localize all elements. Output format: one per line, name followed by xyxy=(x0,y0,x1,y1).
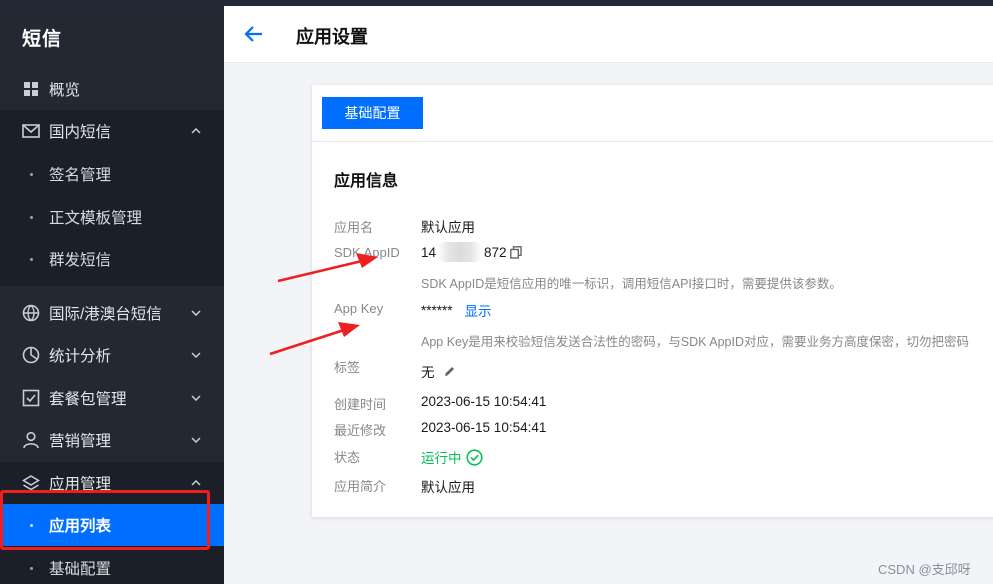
sidebar-item-marketing[interactable]: 营销管理 xyxy=(0,419,224,461)
chevron-down-icon xyxy=(190,307,202,319)
chevron-down-icon xyxy=(190,434,202,446)
layers-icon xyxy=(22,474,40,492)
sidebar-title: 短信 xyxy=(22,29,63,50)
tag-value: 无 xyxy=(421,361,456,381)
sidebar-subitem-signature[interactable]: 签名管理 xyxy=(0,153,224,195)
sidebar-subitem-bulk-sms[interactable]: 群发短信 xyxy=(0,238,224,280)
app-settings-card: 基础配置 应用信息 应用名 默认应用 SDK AppID 14 872 SDK … xyxy=(312,85,993,517)
sdk-appid-hint: SDK AppID是短信应用的唯一标识，调用短信API接口时，需要提供该参数。 xyxy=(421,277,842,291)
sidebar-subitem-label: 签名管理 xyxy=(49,167,112,184)
check-circle-icon xyxy=(465,448,483,466)
chevron-up-icon xyxy=(190,477,202,489)
sidebar-item-international-sms[interactable]: 国际/港澳台短信 xyxy=(0,292,224,334)
page-header: 应用设置 xyxy=(224,6,993,63)
modified-label: 最近修改 xyxy=(334,423,387,438)
sidebar-item-label: 套餐包管理 xyxy=(49,391,127,408)
sidebar-item-package[interactable]: 套餐包管理 xyxy=(0,377,224,419)
bullet-icon xyxy=(30,215,33,219)
mail-icon xyxy=(22,122,40,140)
sidebar-subitem-label: 应用列表 xyxy=(49,518,112,535)
bullet-icon xyxy=(30,172,33,176)
app-key-label: App Key xyxy=(334,301,384,316)
modified-value: 2023-06-15 10:54:41 xyxy=(421,420,547,435)
sidebar-item-domestic-sms[interactable]: 国内短信 xyxy=(0,110,224,152)
sidebar-item-overview[interactable]: 概览 xyxy=(0,68,224,110)
sidebar-item-label: 国内短信 xyxy=(49,124,112,141)
package-icon xyxy=(22,389,40,407)
created-label: 创建时间 xyxy=(334,397,387,412)
sidebar-item-label: 应用管理 xyxy=(49,476,112,493)
sidebar-subitem-app-list[interactable]: 应用列表 xyxy=(0,504,224,546)
user-icon xyxy=(22,431,40,449)
back-arrow-icon[interactable] xyxy=(244,24,264,44)
chevron-up-icon xyxy=(190,125,202,137)
pie-chart-icon xyxy=(22,346,40,364)
app-key-masked: ****** xyxy=(421,302,453,318)
sidebar-subitem-template[interactable]: 正文模板管理 xyxy=(0,196,224,238)
edit-pencil-icon[interactable] xyxy=(443,365,456,378)
tab-basic-config[interactable]: 基础配置 xyxy=(322,97,423,129)
app-name-label: 应用名 xyxy=(334,220,374,235)
sdk-appid-label: SDK AppID xyxy=(334,245,400,260)
bullet-icon xyxy=(30,566,33,570)
sidebar-item-app-management[interactable]: 应用管理 xyxy=(0,462,224,504)
grid-icon xyxy=(22,80,40,98)
redaction-blur xyxy=(438,242,483,262)
bullet-icon xyxy=(30,257,33,261)
sidebar-subitem-label: 基础配置 xyxy=(49,561,112,578)
section-title: 应用信息 xyxy=(334,173,399,190)
watermark: CSDN @支邱呀 xyxy=(878,562,971,577)
app-name-value: 默认应用 xyxy=(421,220,475,235)
sdk-appid-suffix: 872 xyxy=(484,244,507,260)
chevron-down-icon xyxy=(190,392,202,404)
copy-icon[interactable] xyxy=(509,245,522,259)
created-value: 2023-06-15 10:54:41 xyxy=(421,394,547,409)
status-value: 运行中 xyxy=(421,447,483,467)
tag-value-text: 无 xyxy=(421,365,435,380)
intro-value: 默认应用 xyxy=(421,480,475,495)
sidebar-item-label: 概览 xyxy=(49,82,81,99)
sdk-appid-prefix: 14 xyxy=(421,244,437,260)
app-key-value: ****** 显示 xyxy=(421,300,492,320)
sidebar-subitem-basic-config[interactable]: 基础配置 xyxy=(0,547,224,584)
page-title: 应用设置 xyxy=(296,27,368,47)
status-label: 状态 xyxy=(334,450,361,465)
globe-icon xyxy=(22,304,40,322)
chevron-down-icon xyxy=(190,349,202,361)
divider xyxy=(312,141,993,142)
bullet-icon xyxy=(30,523,33,527)
status-text: 运行中 xyxy=(421,451,462,466)
tag-label: 标签 xyxy=(334,360,361,375)
sidebar-subitem-label: 群发短信 xyxy=(49,252,112,269)
sidebar-item-label: 营销管理 xyxy=(49,433,112,450)
sidebar-item-label: 统计分析 xyxy=(49,348,112,365)
sidebar: 短信 概览 国内短信 签名管理 正文模板管理 群发短信 国际/港澳台短信 统计分… xyxy=(0,6,224,584)
sidebar-item-label: 国际/港澳台短信 xyxy=(49,306,162,323)
intro-label: 应用简介 xyxy=(334,479,387,494)
app-key-hint: App Key是用来校验短信发送合法性的密码，与SDK AppID对应，需要业务… xyxy=(421,335,969,349)
show-key-link[interactable]: 显示 xyxy=(465,300,492,320)
sidebar-item-statistics[interactable]: 统计分析 xyxy=(0,334,224,376)
sidebar-subitem-label: 正文模板管理 xyxy=(49,210,143,227)
sdk-appid-value: 14 872 xyxy=(421,242,522,262)
